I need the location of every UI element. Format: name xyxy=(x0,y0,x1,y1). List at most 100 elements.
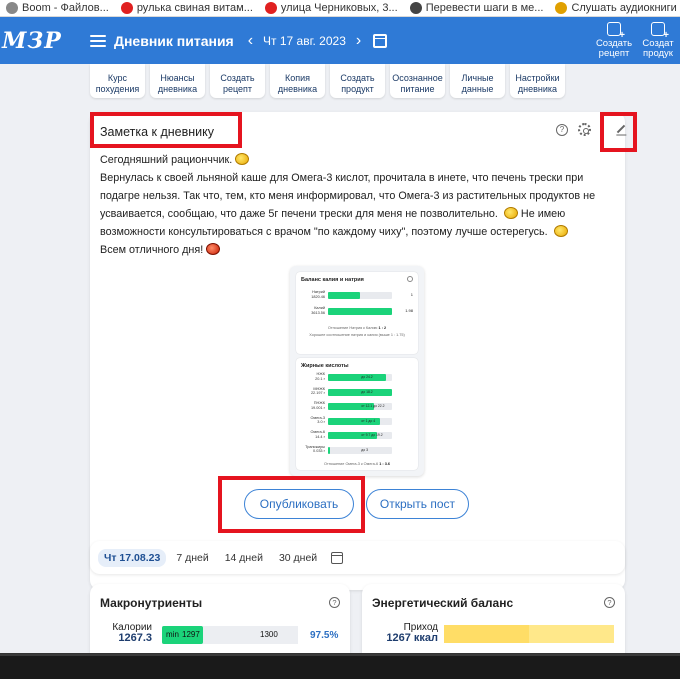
smile-emoji-icon xyxy=(235,153,250,165)
nutrient-bar-fill xyxy=(328,374,386,381)
shortcut-mindful-eating[interactable]: Осознанное питание xyxy=(390,64,445,98)
norm-label: от 12.1 до 22.2 xyxy=(361,404,385,408)
shortcut-create-recipe[interactable]: Создать рецепт xyxy=(210,64,265,98)
nutrient-row: МНЖК 22.197 г до 18.2 xyxy=(301,387,413,397)
calories-target: 1297 xyxy=(182,630,200,639)
help-icon xyxy=(407,276,413,282)
prev-day-button[interactable]: ‹ xyxy=(248,32,253,50)
highlight-box-title xyxy=(90,112,242,148)
nutrient-row: Натрий 1820.46 1 xyxy=(311,290,413,299)
help-icon[interactable]: ? xyxy=(604,597,615,608)
card-title: Макронутриенты xyxy=(100,596,203,610)
thinking-emoji-icon xyxy=(553,225,568,237)
nutrient-bar xyxy=(328,292,392,299)
calories-label: Калории 1267.3 xyxy=(112,622,152,644)
bookmark-favicon-icon xyxy=(120,2,133,14)
period-14-days[interactable]: 14 дней xyxy=(219,549,269,567)
norm-label: до 18.2 xyxy=(361,389,373,394)
bookmark-item[interactable]: Boom - Файлов... xyxy=(0,2,115,14)
menu-icon[interactable] xyxy=(90,34,106,47)
shortcut-copy-diary[interactable]: Копия дневника xyxy=(270,64,325,98)
period-today[interactable]: Чт 17.08.23 xyxy=(98,548,167,567)
nutrient-bar-fill xyxy=(328,446,330,454)
period-7-days[interactable]: 7 дней xyxy=(170,549,214,567)
page-title: Дневник питания xyxy=(114,32,234,49)
calories-max: 1300 xyxy=(260,630,278,639)
create-recipe-button[interactable]: Создать рецепт xyxy=(592,17,636,64)
nutrient-row: НЖК 20.1 г до 24.2 xyxy=(301,372,413,382)
card-title: Энергетический баланс xyxy=(372,596,514,610)
intake-bar-fill xyxy=(444,625,529,643)
norm-label: от 1 до 4 xyxy=(361,418,376,423)
pencil-icon[interactable] xyxy=(616,124,626,134)
highlight-box-edit[interactable] xyxy=(600,112,637,152)
ratio-text: Отношение Омега-3 к Омега-6 1 : 3.6 xyxy=(324,462,390,466)
bookmark-favicon-icon xyxy=(264,2,277,14)
period-30-days[interactable]: 30 дней xyxy=(273,549,323,567)
bookmark-favicon-icon xyxy=(555,2,568,14)
sad-emoji-icon xyxy=(503,207,518,219)
intake-bar xyxy=(444,625,614,643)
calories-percent: 97.5% xyxy=(310,630,339,641)
app-header: МЗР Дневник питания ‹ Чт 17 авг. 2023 › … xyxy=(0,17,680,64)
norm-label: до 3 xyxy=(361,447,368,452)
energy-balance-card: Энергетический баланс ? Приход 1267 ккал xyxy=(362,584,625,653)
os-taskbar xyxy=(0,653,680,679)
nutrient-row: Омега-3 3.0 г от 1 до 4 xyxy=(301,416,413,426)
shortcut-personal-data[interactable]: Личные данные xyxy=(450,64,505,98)
calendar-icon[interactable] xyxy=(331,551,344,564)
preview-card-title: Баланс калия и натрия xyxy=(301,277,364,283)
publish-button[interactable]: Опубликовать xyxy=(244,489,354,519)
current-date[interactable]: Чт 17 авг. 2023 xyxy=(263,34,346,48)
bookmark-item[interactable]: улица Черниковых, 3... xyxy=(259,2,404,14)
shortcut-diary-settings[interactable]: Настройки дневника xyxy=(510,64,565,98)
nutrient-row: Трансжиры 0.033 г до 3 xyxy=(301,445,413,455)
nutrient-bar: до 3 xyxy=(328,446,392,454)
potassium-sodium-card: Баланс калия и натрия Натрий 1820.46 1 Кали… xyxy=(296,272,418,354)
fatty-acids-card: Жирные кислоты НЖК 20.1 г до 24.2 МНЖК 22.19… xyxy=(296,358,418,470)
norm-label: от 9.7 до 19.2 xyxy=(361,433,383,437)
intake-label: Приход 1267 ккал xyxy=(386,622,438,644)
shortcut-bar: Курс похудения Нюансы дневника Создать реце… xyxy=(90,64,625,98)
shortcut-diary-nuances[interactable]: Нюансы дневника xyxy=(150,64,205,98)
shortcut-create-product[interactable]: Создать продукт xyxy=(330,64,385,98)
ratio-text: Отношение Натрия к Калию 1 : 2 xyxy=(327,326,387,330)
nutrient-bar-fill xyxy=(328,292,360,299)
help-icon[interactable]: ? xyxy=(556,124,568,136)
diary-note-card: Заметка к дневнику ? Сегодняшний рационч… xyxy=(90,112,637,590)
macronutrients-card: Макронутриенты ? Калории 1267.3 min 1297 … xyxy=(90,584,350,653)
app-logo[interactable]: МЗР xyxy=(2,28,72,54)
bookmark-favicon-icon xyxy=(409,2,422,14)
nutrient-bar: до 18.2 xyxy=(328,388,392,396)
product-add-icon xyxy=(651,22,669,41)
nutrient-bar-fill xyxy=(328,308,392,315)
calendar-icon[interactable] xyxy=(373,33,388,48)
nutrient-row: Калий 3613.56 1.98 xyxy=(311,306,413,315)
nutrient-row: ПНЖК 19.001 г от 12.1 до 22.2 xyxy=(301,401,413,411)
bookmark-item[interactable]: Перевести шаги в ме... xyxy=(404,2,550,14)
note-image-preview[interactable]: Баланс калия и натрия Натрий 1820.46 1 Кали… xyxy=(290,266,424,476)
ratio-value: 1 xyxy=(410,292,413,297)
nutrient-bar: от 9.7 до 19.2 xyxy=(328,432,392,439)
nutrient-row: Омега-6 14.4 г от 9.7 до 19.2 xyxy=(301,430,413,440)
nutrient-bar: от 1 до 4 xyxy=(328,417,392,425)
bookmark-item[interactable]: рулька свиная витам... xyxy=(115,2,259,14)
main-content: Курс похудения Нюансы дневника Создать реце… xyxy=(0,64,680,653)
gear-icon[interactable] xyxy=(578,123,591,136)
nutrient-bar: до 24.2 xyxy=(328,374,392,381)
nutrient-bar: от 12.1 до 22.2 xyxy=(328,403,392,410)
bookmark-item[interactable]: Слушать аудиокниги ... xyxy=(549,2,680,14)
kiss-emoji-icon xyxy=(206,243,221,255)
ratio-value: 1.98 xyxy=(405,308,413,313)
open-post-button[interactable]: Открыть пост xyxy=(366,489,469,519)
help-icon[interactable]: ? xyxy=(329,597,340,608)
preview-card-title: Жирные кислоты xyxy=(301,363,349,369)
bookmarks-bar: Boom - Файлов... рулька свиная витам... ул… xyxy=(0,0,680,17)
create-product-button[interactable]: Создат продук xyxy=(636,17,680,64)
nutrient-bar xyxy=(328,308,392,315)
ratio-hint: Хорошее соотношение натрия и калия (выше… xyxy=(309,333,405,337)
shortcut-weight-course[interactable]: Курс похудения xyxy=(90,64,145,98)
nutrient-bar-fill xyxy=(328,388,392,396)
recipe-add-icon xyxy=(607,22,625,41)
next-day-button[interactable]: › xyxy=(356,32,361,50)
